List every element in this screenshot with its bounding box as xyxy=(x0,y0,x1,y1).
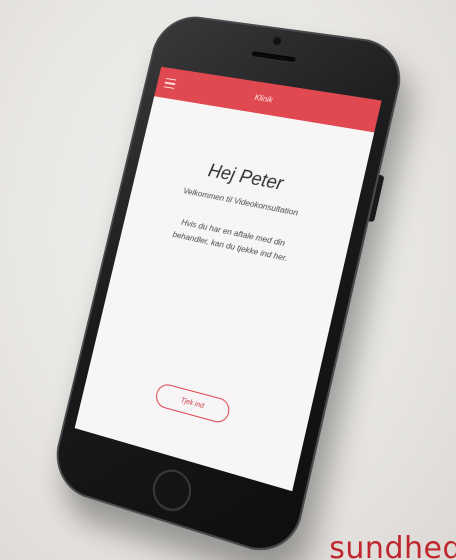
front-camera-icon xyxy=(272,36,282,46)
checkin-info-text: Hvis du har en aftale med din behandler,… xyxy=(171,216,289,264)
menu-line xyxy=(164,81,176,85)
menu-line xyxy=(163,86,175,90)
hamburger-menu-icon[interactable] xyxy=(163,75,181,92)
checkin-button[interactable]: Tjek ind xyxy=(153,381,232,426)
menu-line xyxy=(165,77,177,81)
header-title: Klinik xyxy=(253,92,274,105)
phone-mockup-scene: Klinik Hej Peter Velkommen til Videokons… xyxy=(0,0,456,560)
earpiece-speaker-icon xyxy=(251,51,296,63)
side-button xyxy=(368,174,385,223)
brand-logo-text: sundhed xyxy=(329,531,456,560)
home-button[interactable] xyxy=(148,464,196,516)
app-screen: Klinik Hej Peter Velkommen til Videokons… xyxy=(74,66,382,492)
phone-device: Klinik Hej Peter Velkommen til Videokons… xyxy=(48,11,410,560)
